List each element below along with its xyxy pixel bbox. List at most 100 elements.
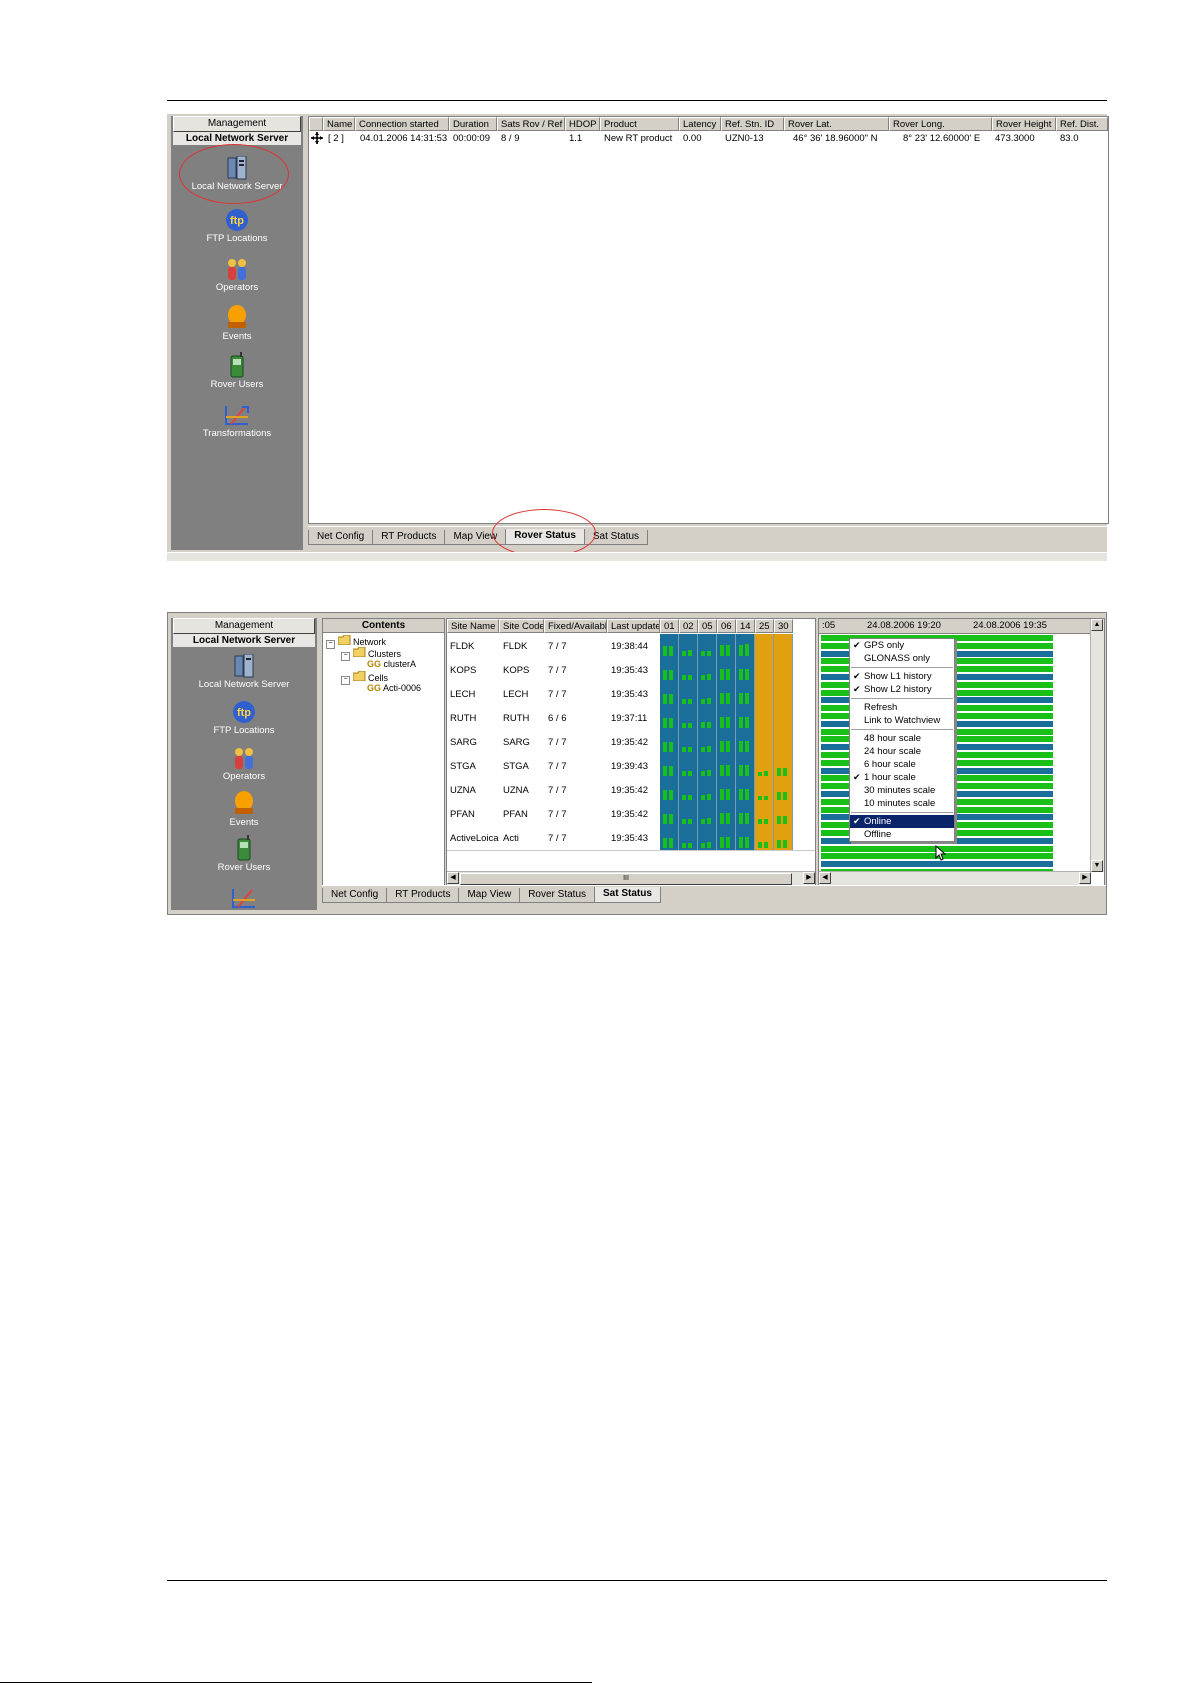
column-header-rover-height[interactable]: Rover Height [992,117,1056,131]
nav-transformations[interactable]: Transformations [171,403,303,439]
sat-cell-prn-25 [755,634,774,658]
cell-site-code: PFAN [503,809,528,820]
cell-site-name: FLDK [450,641,475,652]
table-row[interactable]: RUTH RUTH 6 / 6 19:37:11 [447,706,815,731]
tree-node-cluster-a[interactable]: GG clusterA [367,659,416,669]
signal-bar [726,669,730,680]
column-header-product[interactable]: Product [600,117,679,131]
column-header-prn-01[interactable]: 01 [660,619,679,633]
sat-table-hscroll[interactable]: ◀ III ▶ [447,871,815,885]
column-header-prn-14[interactable]: 14 [736,619,755,633]
table-row[interactable]: LECH LECH 7 / 7 19:35:43 [447,682,815,707]
timeline-vscroll[interactable]: ▲ ▼ [1090,619,1104,872]
scroll-thumb[interactable]: III [460,873,792,885]
column-header-blank[interactable] [309,117,323,131]
nav-rover-users[interactable]: Rover Users [171,352,303,390]
menu-item-gps-only[interactable]: ✔ GPS only [850,639,954,652]
menu-item-30-minutes-scale[interactable]: 30 minutes scale [850,784,954,797]
tab-net-config-2[interactable]: Net Config [322,888,388,903]
nav-events-2[interactable]: Events [171,790,317,828]
column-header-ref-stn-id[interactable]: Ref. Stn. ID [721,117,784,131]
nav-operators-2[interactable]: Operators [171,746,317,782]
menu-item-show-l1-history[interactable]: ✔ Show L1 history [850,670,954,683]
menu-item-offline[interactable]: Offline [850,828,954,841]
signal-bar [707,842,711,848]
signal-bar [739,717,743,728]
column-header-prn-05[interactable]: 05 [698,619,717,633]
nav-events[interactable]: Events [171,304,303,342]
menu-item-show-l2-history[interactable]: ✔ Show L2 history [850,683,954,696]
sat-cell-prn-01 [660,706,679,730]
window-bottom-edge [167,552,1107,561]
cell-last-update: 19:35:42 [611,737,648,748]
sat-cell-prn-25 [755,826,774,850]
table-row[interactable]: ActiveLoica Acti 7 / 7 19:35:43 [447,826,815,851]
column-header-last-update[interactable]: Last update [607,619,660,633]
table-row[interactable]: KOPS KOPS 7 / 7 19:35:43 [447,658,815,683]
scroll-right-button[interactable]: ▶ [803,872,815,884]
signal-bar [688,699,692,704]
table-row[interactable]: SARG SARG 7 / 7 19:35:42 [447,730,815,755]
nav-transformations-2[interactable] [171,886,317,910]
nav-ftp-locations-2[interactable]: ftp FTP Locations [171,700,317,736]
table-row[interactable]: UZNA UZNA 7 / 7 19:35:42 [447,778,815,803]
column-header-rover-long[interactable]: Rover Long. [889,117,992,131]
column-header-sats[interactable]: Sats Rov / Ref [497,117,565,131]
column-header-hdop[interactable]: HDOP [565,117,600,131]
column-header-latency[interactable]: Latency [679,117,721,131]
column-header-duration[interactable]: Duration [449,117,497,131]
tab-rt-products-2[interactable]: RT Products [386,888,460,903]
column-header-prn-06[interactable]: 06 [717,619,736,633]
signal-bar [745,644,749,656]
tab-rover-status-2[interactable]: Rover Status [519,888,596,903]
menu-item-label: 30 minutes scale [864,785,936,796]
scroll-down-button[interactable]: ▼ [1091,860,1103,872]
scroll-up-button[interactable]: ▲ [1091,619,1103,631]
menu-item-1-hour-scale[interactable]: ✔ 1 hour scale [850,771,954,784]
column-header-rover-lat[interactable]: Rover Lat. [784,117,889,131]
scroll-right-button[interactable]: ▶ [1079,872,1091,884]
table-row[interactable]: [ 2 ] 04.01.2006 14:31:53 00:00:09 8 / 9… [309,132,1108,146]
nav-operators[interactable]: Operators [171,257,303,293]
tab-net-config[interactable]: Net Config [308,530,374,545]
nav-rover-users-2[interactable]: Rover Users [171,835,317,873]
nav-ftp-locations[interactable]: ftp FTP Locations [171,208,303,244]
column-header-site-name[interactable]: Site Name [447,619,499,633]
scroll-left-button[interactable]: ◀ [447,872,459,884]
column-header-connection-started[interactable]: Connection started [355,117,449,131]
events-icon [228,305,246,328]
menu-item-glonass-only[interactable]: GLONASS only [850,652,954,665]
tab-map-view-2[interactable]: Map View [458,888,521,903]
collapse-icon[interactable]: − [326,640,335,649]
menu-item-6-hour-scale[interactable]: 6 hour scale [850,758,954,771]
timeline-hscroll[interactable]: ◀ ▶ [819,871,1091,885]
tab-rt-products[interactable]: RT Products [372,530,446,545]
collapse-icon[interactable]: − [341,676,350,685]
signal-bar [764,842,768,848]
column-header-fixed-available[interactable]: Fixed/Available [544,619,607,633]
column-header-prn-25[interactable]: 25 [755,619,774,633]
column-header-prn-02[interactable]: 02 [679,619,698,633]
menu-item-refresh[interactable]: Refresh [850,701,954,714]
tree-node-cell-1[interactable]: GG Acti-0006 [367,683,421,693]
tab-sat-status-2[interactable]: Sat Status [594,887,661,903]
signal-bar [688,747,692,752]
column-header-prn-30[interactable]: 30 [774,619,793,633]
sat-cell-prn-30 [774,730,793,754]
table-row[interactable]: PFAN PFAN 7 / 7 19:35:42 [447,802,815,827]
table-row[interactable]: STGA STGA 7 / 7 19:39:43 [447,754,815,779]
menu-item-24-hour-scale[interactable]: 24 hour scale [850,745,954,758]
menu-item-link-to-watchview[interactable]: Link to Watchview [850,714,954,727]
scroll-left-button[interactable]: ◀ [819,872,831,884]
collapse-icon[interactable]: − [341,652,350,661]
column-header-name[interactable]: Name [323,117,355,131]
column-header-site-code[interactable]: Site Code [499,619,544,633]
checkmark-icon: ✔ [853,640,861,650]
menu-item-online[interactable]: ✔ Online [850,815,954,828]
nav-label-rover-users: Rover Users [210,379,264,390]
column-header-ref-dist[interactable]: Ref. Dist. [1056,117,1108,131]
menu-item-48-hour-scale[interactable]: 48 hour scale [850,732,954,745]
table-row[interactable]: FLDK FLDK 7 / 7 19:38:44 [447,634,815,659]
nav-local-network-server-2[interactable]: Local Network Server [171,654,317,690]
menu-item-10-minutes-scale[interactable]: 10 minutes scale [850,797,954,810]
